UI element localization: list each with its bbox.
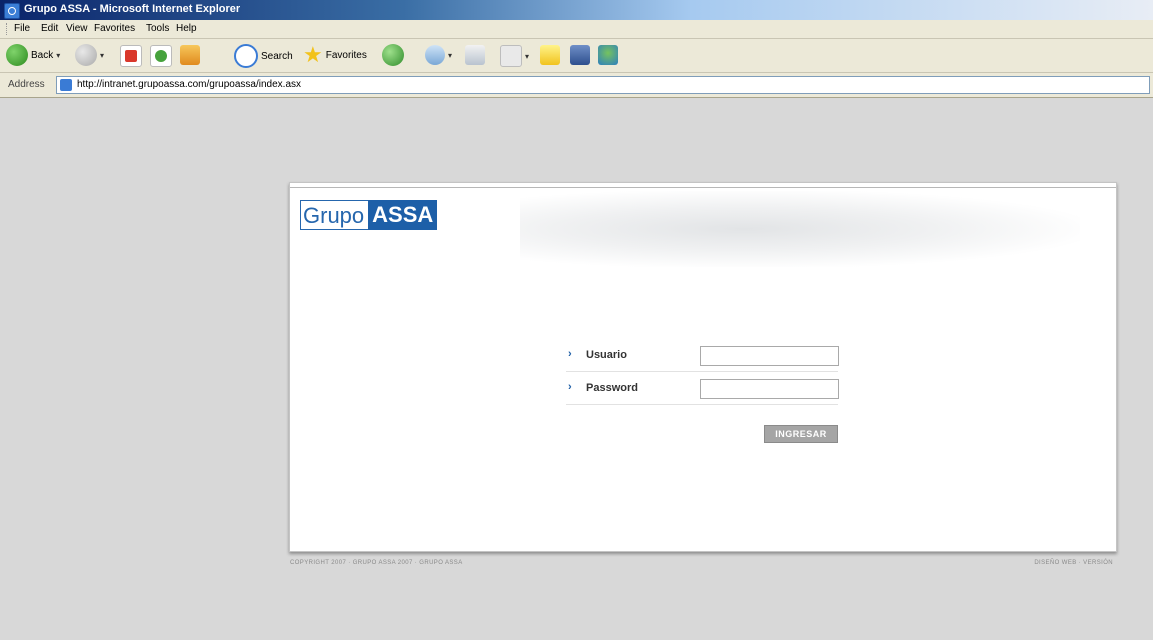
password-row: › Password — [566, 371, 839, 405]
window-title: Grupo ASSA - Microsoft Internet Explorer — [24, 3, 241, 15]
mail-icon — [425, 45, 445, 65]
address-bar: Address http://intranet.grupoassa.com/gr… — [0, 73, 1153, 98]
search-button[interactable]: Search — [234, 44, 293, 68]
discuss-button[interactable] — [540, 45, 560, 65]
chevron-right-icon: › — [568, 348, 572, 360]
usuario-input[interactable] — [700, 346, 839, 366]
menu-edit[interactable]: Edit — [41, 23, 58, 34]
menu-file[interactable]: File — [14, 23, 30, 34]
favorites-star-icon: ★ — [303, 42, 323, 67]
stop-icon — [120, 45, 142, 67]
address-input[interactable]: http://intranet.grupoassa.com/grupoassa/… — [56, 76, 1150, 94]
menu-view[interactable]: View — [66, 23, 88, 34]
favorites-button[interactable]: ★ Favorites — [303, 44, 367, 66]
back-arrow-icon — [6, 44, 28, 66]
mail-button[interactable]: ▾ — [425, 45, 452, 65]
login-card: Grupo ASSA › Usuario › Password INGRESAR — [289, 182, 1117, 552]
back-label: Back — [31, 49, 54, 61]
standard-toolbar: Back ▾ ▾ Search ★ Favorites ▾ ▾ — [0, 39, 1153, 73]
research-icon — [570, 45, 590, 65]
menu-help[interactable]: Help — [176, 23, 197, 34]
mail-dropdown-icon[interactable]: ▾ — [448, 51, 452, 60]
home-icon — [180, 45, 200, 65]
title-bar: Grupo ASSA - Microsoft Internet Explorer — [0, 0, 1153, 20]
usuario-label: Usuario — [586, 349, 627, 361]
refresh-button[interactable] — [150, 45, 172, 67]
forward-arrow-icon — [75, 44, 97, 66]
edit-dropdown-icon[interactable]: ▾ — [525, 52, 529, 61]
address-url[interactable]: http://intranet.grupoassa.com/grupoassa/… — [77, 79, 301, 90]
history-icon — [382, 44, 404, 66]
address-label: Address — [8, 79, 45, 90]
edit-icon — [500, 45, 522, 67]
menu-tools[interactable]: Tools — [146, 23, 169, 34]
footer-credits[interactable]: DISEÑO WEB · VERSIÓN — [1034, 560, 1113, 566]
print-icon — [465, 45, 485, 65]
menu-bar: File Edit View Favorites Tools Help — [0, 20, 1153, 39]
messenger-button[interactable] — [598, 45, 618, 65]
back-button[interactable]: Back ▾ — [6, 44, 60, 66]
logo-text-assa: ASSA — [368, 200, 438, 230]
card-top-line — [290, 187, 1116, 188]
search-label: Search — [261, 50, 293, 62]
password-input[interactable] — [700, 379, 839, 399]
stop-button[interactable] — [120, 45, 142, 67]
research-button[interactable] — [570, 45, 590, 65]
edit-button[interactable]: ▾ — [500, 45, 529, 67]
print-button[interactable] — [465, 45, 485, 65]
home-button[interactable] — [180, 45, 200, 65]
ie-window-icon[interactable] — [4, 3, 20, 19]
page-content: Grupo ASSA › Usuario › Password INGRESAR… — [0, 98, 1153, 640]
chevron-right-icon: › — [568, 381, 572, 393]
menu-grip[interactable] — [6, 23, 10, 35]
forward-button[interactable]: ▾ — [75, 44, 104, 66]
logo-text-grupo: Grupo — [300, 200, 369, 230]
ingresar-button[interactable]: INGRESAR — [764, 425, 838, 443]
footer-copyright: COPYRIGHT 2007 · GRUPO ASSA 2007 · GRUPO… — [290, 560, 463, 566]
messenger-icon — [598, 45, 618, 65]
banner-image — [520, 191, 1080, 267]
grupo-assa-logo: Grupo ASSA — [300, 200, 438, 230]
forward-dropdown-icon[interactable]: ▾ — [100, 51, 104, 60]
favorites-label: Favorites — [325, 49, 367, 61]
page-icon — [60, 79, 72, 91]
discuss-icon — [540, 45, 560, 65]
usuario-row: › Usuario — [566, 338, 839, 372]
back-dropdown-icon[interactable]: ▾ — [56, 51, 60, 60]
search-icon — [234, 44, 258, 68]
password-label: Password — [586, 382, 638, 394]
refresh-icon — [150, 45, 172, 67]
menu-favorites[interactable]: Favorites — [94, 23, 135, 34]
history-button[interactable] — [382, 44, 404, 66]
